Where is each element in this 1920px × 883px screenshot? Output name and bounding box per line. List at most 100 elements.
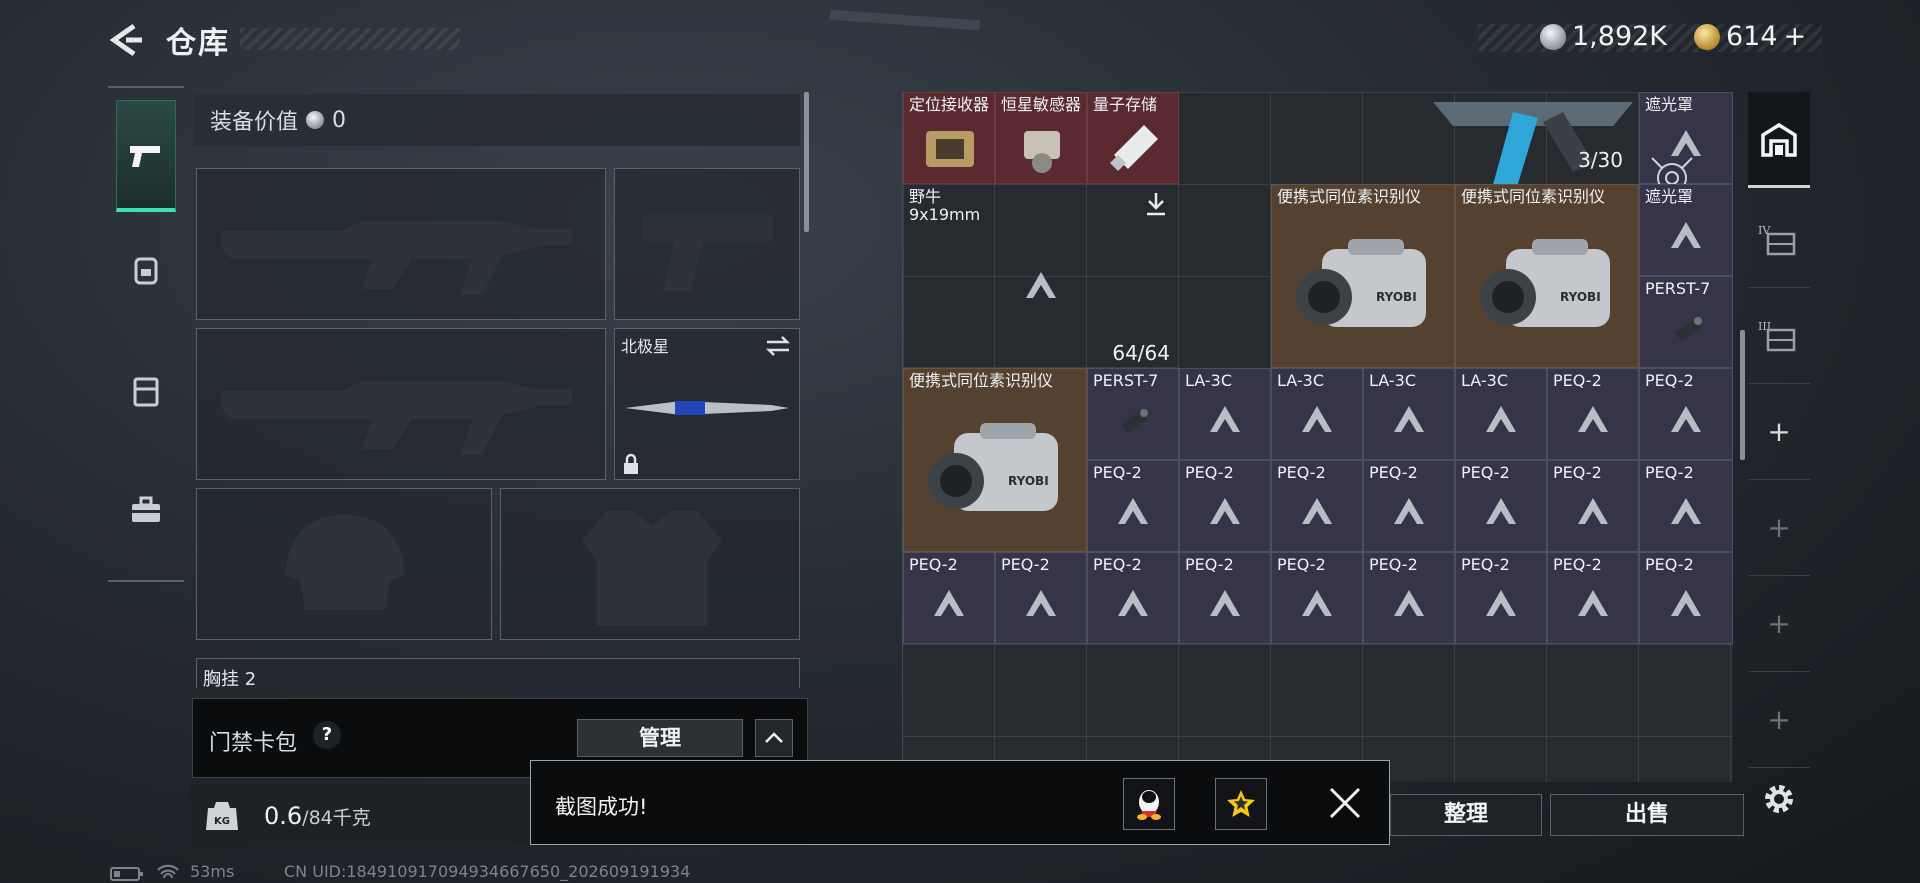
item-placeholder-icon xyxy=(1302,497,1332,524)
item-label: 遮光罩 xyxy=(1645,187,1694,206)
item-cell[interactable]: PEQ-2 xyxy=(1639,368,1733,460)
back-arrow-icon[interactable] xyxy=(104,20,144,60)
tab-case[interactable] xyxy=(116,334,176,446)
equipment-value-bar: 装备价值 0 xyxy=(194,94,800,146)
secondary-weapon-slot[interactable] xyxy=(196,328,606,480)
silver-coin-icon xyxy=(306,111,325,129)
item-cell[interactable]: PERST-7 xyxy=(1639,276,1733,368)
expand-button[interactable] xyxy=(755,719,793,757)
item-placeholder-icon xyxy=(1118,589,1148,616)
item-label: PEQ-2 xyxy=(1369,555,1418,574)
item-cell[interactable]: 定位接收器 xyxy=(903,92,995,184)
item-cell[interactable]: PEQ-2 xyxy=(1087,552,1179,644)
item-label: PEQ-2 xyxy=(1185,555,1234,574)
tab-toolbox[interactable] xyxy=(116,454,176,566)
svg-text:KG: KG xyxy=(214,816,230,827)
add-storage-button[interactable]: + xyxy=(1748,576,1810,672)
wifi-icon xyxy=(157,864,179,879)
star-icon xyxy=(1227,790,1255,817)
item-cell[interactable]: LA-3C xyxy=(1179,368,1271,460)
item-cell[interactable]: PEQ-2 xyxy=(1639,552,1733,644)
share-favorite-button[interactable] xyxy=(1215,778,1267,830)
item-cell[interactable]: LA-3C xyxy=(1363,368,1455,460)
item-cell[interactable]: PEQ-2 xyxy=(1455,460,1547,552)
item-placeholder-icon xyxy=(1026,589,1056,616)
item-cell[interactable]: PEQ-2 xyxy=(1179,460,1271,552)
item-cell[interactable]: PEQ-2 xyxy=(1363,460,1455,552)
close-icon[interactable] xyxy=(1327,785,1363,821)
tab-backpack[interactable] xyxy=(116,214,176,326)
tab-warehouse[interactable] xyxy=(1748,92,1810,188)
ammo-item-cell[interactable]: 野牛 9x19mm 64/64 xyxy=(903,184,1179,368)
item-label: 定位接收器 xyxy=(909,95,990,114)
item-cell[interactable]: 便携式同位素识别仪 RYOBI xyxy=(903,368,1087,552)
item-cell[interactable]: 恒星敏感器 xyxy=(995,92,1087,184)
plus-icon: + xyxy=(1767,415,1791,448)
grid-scrollbar[interactable] xyxy=(1740,330,1745,460)
item-label: 恒星敏感器 xyxy=(1001,95,1082,114)
item-label: PERST-7 xyxy=(1093,371,1159,390)
item-cell[interactable]: PEQ-2 xyxy=(1455,552,1547,644)
manage-button[interactable]: 管理 xyxy=(577,719,743,757)
item-cell[interactable]: PEQ-2 xyxy=(1547,552,1639,644)
help-icon[interactable]: ? xyxy=(313,721,341,749)
item-cell[interactable]: 遮光罩 xyxy=(1639,184,1733,276)
item-cell[interactable]: 便携式同位素识别仪 RYOBI xyxy=(1271,184,1455,368)
isotope-identifier-icon: RYOBI xyxy=(1296,239,1426,327)
item-placeholder-icon xyxy=(1394,405,1424,432)
item-cell[interactable]: PEQ-2 xyxy=(995,552,1087,644)
chest-rig-slot[interactable]: 胸挂 2 xyxy=(196,658,800,688)
download-icon[interactable] xyxy=(1144,191,1168,217)
tab-storage-3[interactable]: III xyxy=(1748,288,1810,384)
item-label: LA-3C xyxy=(1369,371,1416,390)
add-storage-button[interactable]: + xyxy=(1748,672,1810,768)
item-cell[interactable]: LA-3C xyxy=(1271,368,1363,460)
item-cell[interactable]: LA-3C xyxy=(1455,368,1547,460)
item-cell[interactable]: 量子存储 xyxy=(1087,92,1179,184)
item-placeholder-icon xyxy=(1671,129,1701,156)
item-placeholder-icon xyxy=(1486,497,1516,524)
item-label: LA-3C xyxy=(1277,371,1324,390)
item-cell[interactable]: PEQ-2 xyxy=(1087,460,1179,552)
item-label: PEQ-2 xyxy=(1277,555,1326,574)
item-label: PEQ-2 xyxy=(1093,555,1142,574)
primary-weapon-slot[interactable] xyxy=(196,168,606,320)
gear-icon[interactable] xyxy=(1760,780,1798,818)
item-placeholder-icon xyxy=(1394,589,1424,616)
item-cell[interactable]: PERST-7 xyxy=(1087,368,1179,460)
swap-icon[interactable] xyxy=(765,335,791,357)
item-cell[interactable]: PEQ-2 xyxy=(1179,552,1271,644)
warehouse-grid[interactable]: 3/30 定位接收器 恒星敏感器 量子存储 遮光罩 野牛 9x19mm 64/6… xyxy=(902,92,1733,782)
add-storage-button[interactable]: + xyxy=(1748,480,1810,576)
item-placeholder-icon xyxy=(1210,497,1240,524)
item-cell[interactable]: PEQ-2 xyxy=(1271,460,1363,552)
pistol-slot[interactable] xyxy=(614,168,800,320)
sell-button[interactable]: 出售 xyxy=(1550,794,1744,836)
share-qq-button[interactable] xyxy=(1123,778,1175,830)
add-storage-button[interactable]: + xyxy=(1748,384,1810,480)
item-cell[interactable]: PEQ-2 xyxy=(1547,368,1639,460)
item-cell[interactable]: 便携式同位素识别仪 RYOBI xyxy=(1455,184,1639,368)
gold-currency[interactable]: 614 + xyxy=(1694,21,1806,52)
armor-slot[interactable] xyxy=(500,488,800,640)
item-label: PEQ-2 xyxy=(1461,463,1510,482)
item-label: PEQ-2 xyxy=(1277,463,1326,482)
item-cell[interactable]: PEQ-2 xyxy=(1363,552,1455,644)
ping-readout: 53ms xyxy=(190,862,235,881)
helmet-slot[interactable] xyxy=(196,488,492,640)
equipment-tabs xyxy=(108,86,184,582)
item-placeholder-icon xyxy=(1671,221,1701,248)
equipment-scrollbar[interactable] xyxy=(804,92,809,232)
melee-slot[interactable]: 北极星 xyxy=(614,328,800,480)
tab-weapons[interactable] xyxy=(116,100,176,212)
item-label: 便携式同位素识别仪 xyxy=(1277,187,1422,206)
tab-storage-4[interactable]: IV xyxy=(1748,192,1810,288)
item-cell[interactable]: PEQ-2 xyxy=(1639,460,1733,552)
item-cell[interactable]: PEQ-2 xyxy=(1547,460,1639,552)
item-cell[interactable]: PEQ-2 xyxy=(903,552,995,644)
item-cell[interactable]: PEQ-2 xyxy=(1271,552,1363,644)
gold-add[interactable]: + xyxy=(1784,21,1807,52)
sort-button[interactable]: 整理 xyxy=(1390,794,1542,836)
ammo-stack-count: 64/64 xyxy=(1112,341,1170,365)
svg-text:RYOBI: RYOBI xyxy=(1376,290,1417,304)
